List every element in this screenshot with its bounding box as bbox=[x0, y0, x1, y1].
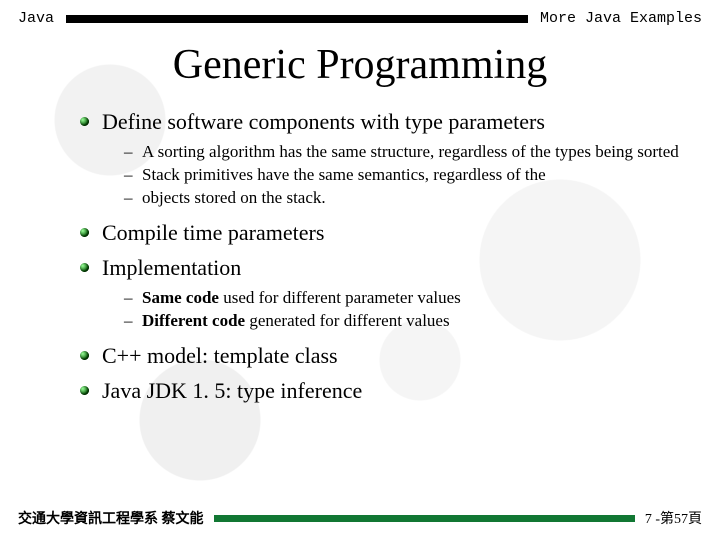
footer: 交通大學資訊工程學系 蔡文能 7 -第57頁 bbox=[0, 508, 720, 528]
sub-item: Different code generated for different v… bbox=[124, 310, 680, 333]
bullet-text: Define software components with type par… bbox=[102, 109, 545, 134]
list-item: Compile time parameters bbox=[80, 218, 680, 248]
footer-bar bbox=[214, 515, 635, 522]
rest-text: used for different parameter values bbox=[219, 288, 461, 307]
content: Define software components with type par… bbox=[0, 107, 720, 406]
header-right: More Java Examples bbox=[540, 10, 702, 27]
sub-list: Same code used for different parameter v… bbox=[124, 287, 680, 333]
sub-list: A sorting algorithm has the same structu… bbox=[124, 141, 680, 210]
sub-item: Same code used for different parameter v… bbox=[124, 287, 680, 310]
bullet-text: Implementation bbox=[102, 255, 241, 280]
header-bar bbox=[66, 15, 528, 23]
main-list: Define software components with type par… bbox=[80, 107, 680, 406]
slide: Java More Java Examples Generic Programm… bbox=[0, 0, 720, 540]
footer-right: 7 -第57頁 bbox=[645, 508, 702, 528]
list-item: Define software components with type par… bbox=[80, 107, 680, 210]
page-title: Generic Programming bbox=[0, 41, 720, 89]
rest-text: generated for different values bbox=[245, 311, 450, 330]
sub-item: A sorting algorithm has the same structu… bbox=[124, 141, 680, 164]
list-item: Java JDK 1. 5: type inference bbox=[80, 376, 680, 406]
list-item: Implementation Same code used for differ… bbox=[80, 253, 680, 333]
footer-left: 交通大學資訊工程學系 蔡文能 bbox=[18, 508, 204, 528]
list-item: C++ model: template class bbox=[80, 341, 680, 371]
sub-item: Stack primitives have the same semantics… bbox=[124, 164, 680, 187]
bold-text: Different code bbox=[142, 311, 245, 330]
sub-item: objects stored on the stack. bbox=[124, 187, 680, 210]
bold-text: Same code bbox=[142, 288, 219, 307]
header-left: Java bbox=[18, 10, 54, 27]
header: Java More Java Examples bbox=[0, 0, 720, 27]
